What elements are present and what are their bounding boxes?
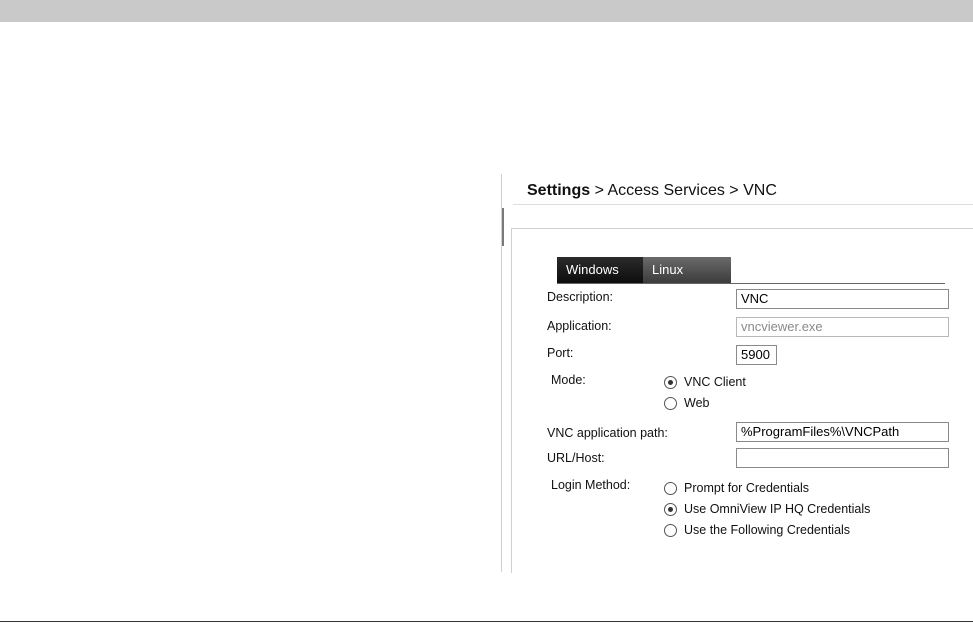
login-option-label: Prompt for Credentials (684, 481, 810, 495)
breadcrumb-current-page: VNC (743, 182, 777, 199)
url-host-field[interactable] (736, 448, 949, 468)
breadcrumb-separator: > (590, 182, 608, 199)
mode-option-vnc-client[interactable]: VNC Client (664, 375, 746, 389)
login-option-prompt[interactable]: Prompt for Credentials (664, 481, 809, 495)
tab-windows[interactable]: Windows (557, 257, 643, 283)
radio-unselected-icon[interactable] (664, 523, 677, 537)
tab-underline (557, 283, 945, 284)
login-method-label: Login Method: (551, 478, 631, 492)
radio-selected-icon[interactable] (664, 502, 677, 516)
breadcrumb: Settings > Access Services > VNC (527, 182, 777, 200)
breadcrumb-root[interactable]: Settings (527, 182, 590, 199)
login-option-label: Use OmniView IP HQ Credentials (684, 502, 871, 516)
radio-selected-icon[interactable] (664, 375, 677, 389)
breadcrumb-section[interactable]: Access Services (607, 182, 724, 199)
top-banner-bar (0, 0, 973, 22)
breadcrumb-separator: > (724, 182, 744, 199)
radio-unselected-icon[interactable] (664, 396, 677, 410)
url-host-label: URL/Host: (547, 451, 605, 465)
tab-linux[interactable]: Linux (643, 257, 731, 283)
port-label: Port: (547, 346, 574, 360)
mode-option-web[interactable]: Web (664, 396, 709, 410)
mode-label: Mode: (551, 373, 586, 387)
description-field[interactable]: VNC (736, 289, 949, 309)
bottom-divider (0, 621, 973, 622)
vnc-path-field[interactable]: %ProgramFiles%\VNCPath (736, 422, 949, 442)
breadcrumb-divider (513, 204, 973, 205)
mode-option-label: VNC Client (684, 375, 746, 389)
description-label: Description: (547, 290, 613, 304)
panel-scroll-handle[interactable] (502, 208, 504, 246)
vnc-path-label: VNC application path: (547, 426, 668, 440)
login-option-omniview[interactable]: Use OmniView IP HQ Credentials (664, 502, 870, 516)
login-option-label: Use the Following Credentials (684, 523, 851, 537)
port-field[interactable]: 5900 (736, 345, 777, 365)
application-label: Application: (547, 319, 612, 333)
radio-unselected-icon[interactable] (664, 481, 677, 495)
settings-panel: Settings > Access Services > VNC Windows… (501, 174, 973, 573)
mode-option-label: Web (684, 396, 710, 410)
os-tab-strip: Windows Linux (557, 257, 731, 283)
login-option-following[interactable]: Use the Following Credentials (664, 523, 850, 537)
application-field[interactable]: vncviewer.exe (736, 317, 949, 337)
